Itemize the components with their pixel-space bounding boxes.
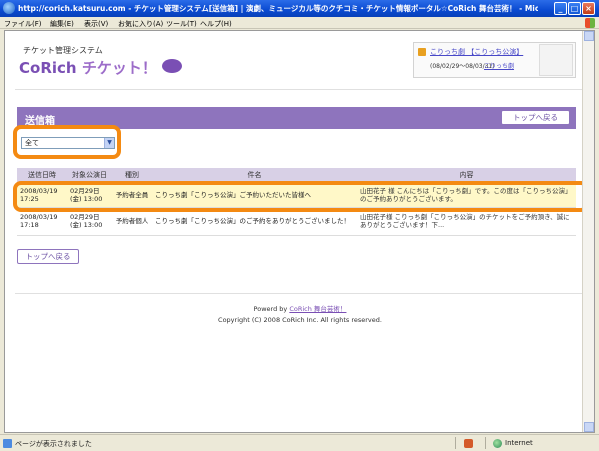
menu-view[interactable]: 表示(V) [84, 19, 108, 29]
status-text: ページが表示されました [15, 440, 92, 448]
filter-selected-value: 全て [25, 139, 39, 147]
corich-ticket-logo[interactable]: CoRich チケット！ [19, 57, 157, 78]
status-separator [455, 437, 456, 449]
system-name: チケット管理システム [23, 46, 103, 55]
user-edit-link[interactable]: こりっち劇 [484, 61, 514, 70]
user-info-box: こりっち劇 【こりっち公演】 (08/02/29〜08/03/31) こりっち劇 [413, 42, 576, 78]
chevron-down-icon[interactable]: ▼ [104, 138, 114, 148]
logo-mascot-icon [162, 59, 182, 73]
logo-ticket-text: チケット！ [81, 59, 157, 77]
powered-label: Powerd by [253, 305, 288, 313]
browser-page: チケット管理システム CoRich チケット！ こりっち劇 【こりっち公演】 (… [4, 30, 595, 433]
page-done-icon [3, 439, 12, 448]
copyright-text: Copyright (C) 2008 CoRich Inc. All right… [218, 316, 382, 324]
user-name-link[interactable]: こりっち劇 【こりっち公演】 [430, 47, 523, 57]
header-divider [15, 89, 585, 90]
window-title: http://corich.katsuru.com - チケット管理システム[送… [18, 4, 538, 13]
filter-select[interactable]: 全て ▼ [21, 137, 115, 149]
maximize-button[interactable]: □ [568, 2, 581, 15]
scroll-up-arrow-icon[interactable] [584, 31, 594, 41]
status-bar: ページが表示されました Internet [0, 434, 599, 451]
menu-tools[interactable]: ツール(T) [166, 19, 197, 29]
zone-label: Internet [505, 439, 533, 447]
windows-logo-icon [585, 18, 595, 28]
menu-help[interactable]: ヘルプ(H) [200, 19, 232, 29]
menu-edit[interactable]: 編集(E) [50, 19, 74, 29]
minimize-button[interactable]: _ [554, 2, 567, 15]
window-title-bar: http://corich.katsuru.com - チケット管理システム[送… [0, 0, 599, 17]
back-to-top-button[interactable]: トップへ戻る [501, 110, 570, 125]
internet-zone-icon [493, 439, 502, 448]
security-icon [464, 439, 473, 448]
internet-explorer-icon [3, 2, 15, 14]
scroll-down-arrow-icon[interactable] [584, 422, 594, 432]
back-to-top-bottom-button[interactable]: トップへ戻る [17, 249, 79, 264]
row-highlight-outline [13, 181, 589, 212]
menu-favorites[interactable]: お気に入り(A) [118, 19, 163, 29]
page-footer: Powerd by CoRich 舞台芸術！ Copyright (C) 200… [15, 293, 585, 326]
menu-file[interactable]: ファイル(F) [4, 19, 42, 29]
powered-link[interactable]: CoRich 舞台芸術！ [289, 305, 346, 313]
logo-corich-text: CoRich [19, 59, 77, 77]
user-icon [418, 48, 426, 56]
vertical-scrollbar[interactable] [582, 31, 594, 432]
status-separator [485, 437, 486, 449]
user-photo [539, 44, 573, 76]
close-button[interactable]: × [582, 2, 595, 15]
menu-bar: ファイル(F) 編集(E) 表示(V) お気に入り(A) ツール(T) ヘルプ(… [0, 17, 599, 29]
